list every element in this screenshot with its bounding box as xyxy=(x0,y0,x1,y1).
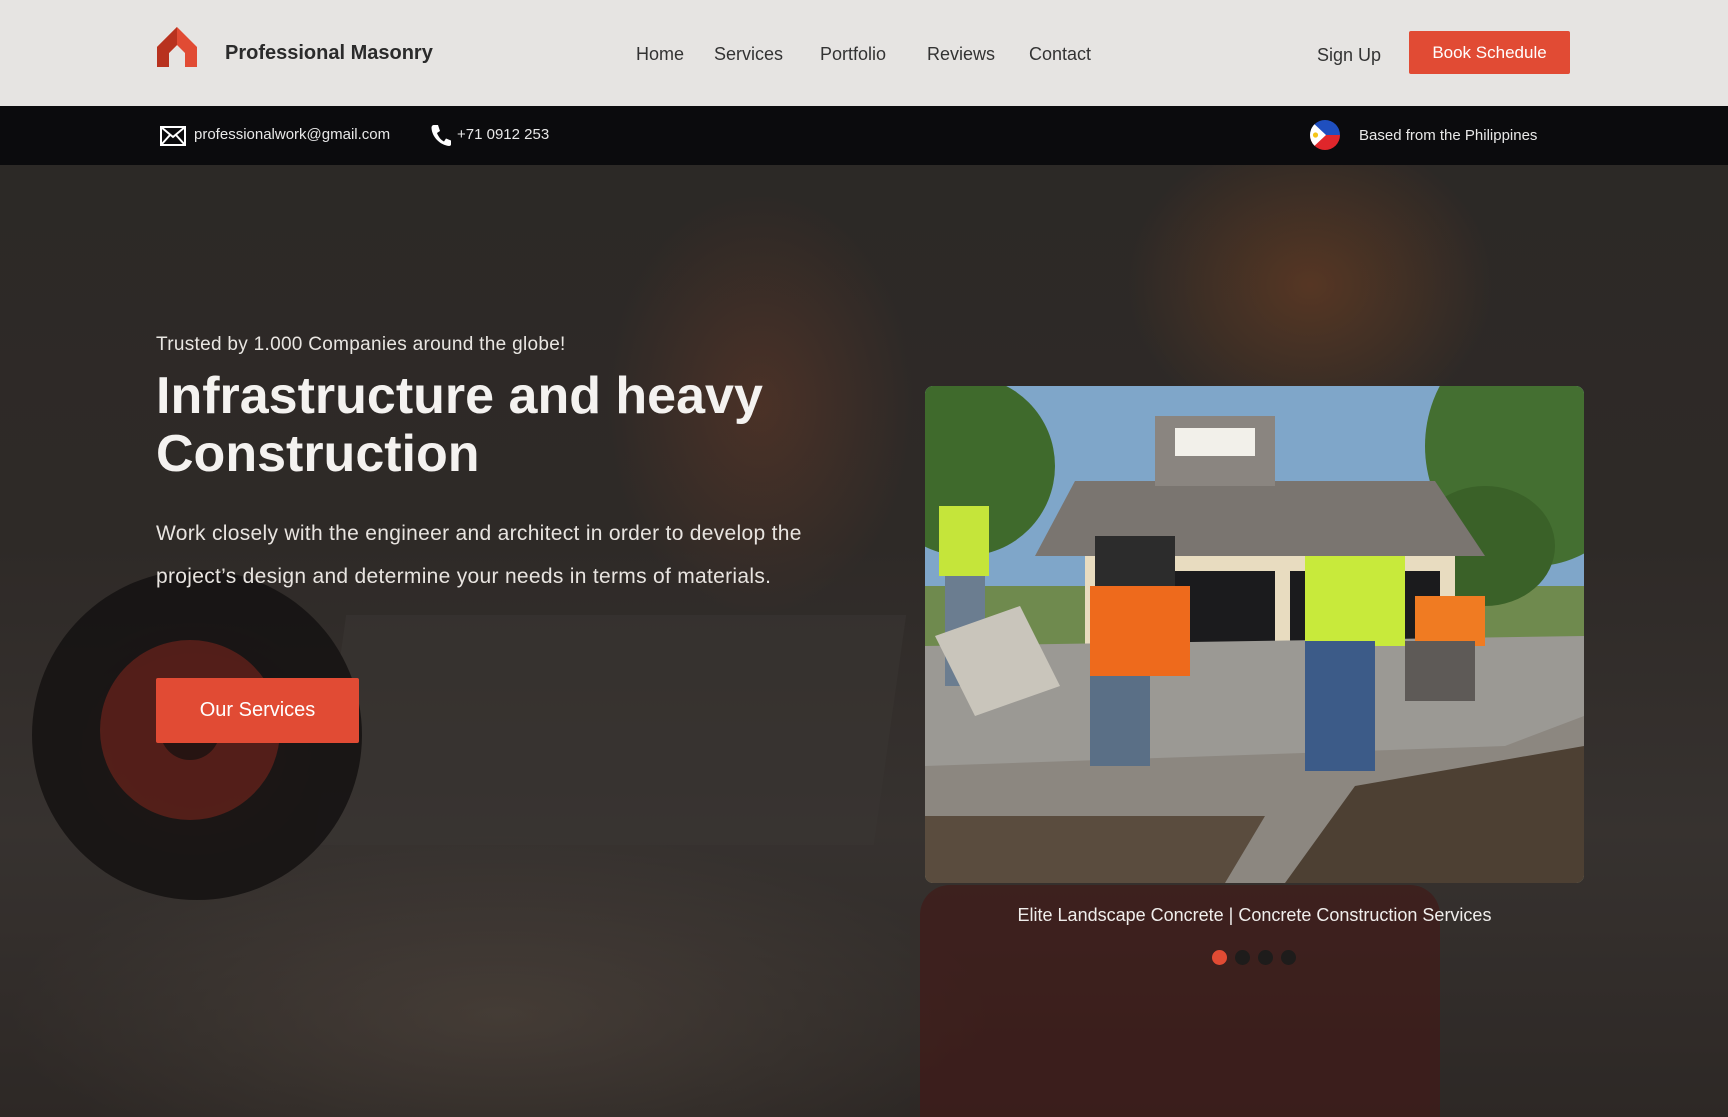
slider-dot-2[interactable] xyxy=(1235,950,1250,965)
slider-caption: Elite Landscape Concrete | Concrete Cons… xyxy=(1017,905,1492,925)
location-text: Based from the Philippines xyxy=(1359,127,1538,144)
slider-dot-3[interactable] xyxy=(1258,950,1273,965)
envelope-icon xyxy=(160,126,186,146)
top-navbar: Professional Masonry Home Services Portf… xyxy=(0,0,1728,106)
brand-name[interactable]: Professional Masonry xyxy=(225,42,433,65)
philippines-flag-icon xyxy=(1310,120,1340,150)
book-schedule-button[interactable]: Book Schedule xyxy=(1409,31,1570,74)
nav-portfolio[interactable]: Portfolio xyxy=(820,44,886,65)
slider-dot-1[interactable] xyxy=(1212,950,1227,965)
hero-headline: Infrastructure and heavy Construction xyxy=(156,367,763,483)
hero-description: Work closely with the engineer and archi… xyxy=(156,522,802,588)
nav-home[interactable]: Home xyxy=(636,44,684,65)
slider-dot-4[interactable] xyxy=(1281,950,1296,965)
nav-contact[interactable]: Contact xyxy=(1029,44,1091,65)
hero-tagline: Trusted by 1.000 Companies around the gl… xyxy=(156,334,566,355)
hero-section: Trusted by 1.000 Companies around the gl… xyxy=(0,165,1728,1117)
brand-logo-icon[interactable] xyxy=(155,25,199,69)
contact-email[interactable]: professionalwork@gmail.com xyxy=(194,126,390,143)
our-services-button[interactable]: Our Services xyxy=(156,678,359,743)
contact-phone[interactable]: +71 0912 253 xyxy=(457,126,549,143)
nav-services[interactable]: Services xyxy=(714,44,783,65)
contact-info-bar: professionalwork@gmail.com +71 0912 253 … xyxy=(0,106,1728,165)
sign-up-link[interactable]: Sign Up xyxy=(1317,45,1381,66)
phone-icon xyxy=(431,125,451,146)
nav-reviews[interactable]: Reviews xyxy=(927,44,995,65)
slider-pagination xyxy=(1212,950,1296,965)
slider-image[interactable] xyxy=(925,386,1584,883)
